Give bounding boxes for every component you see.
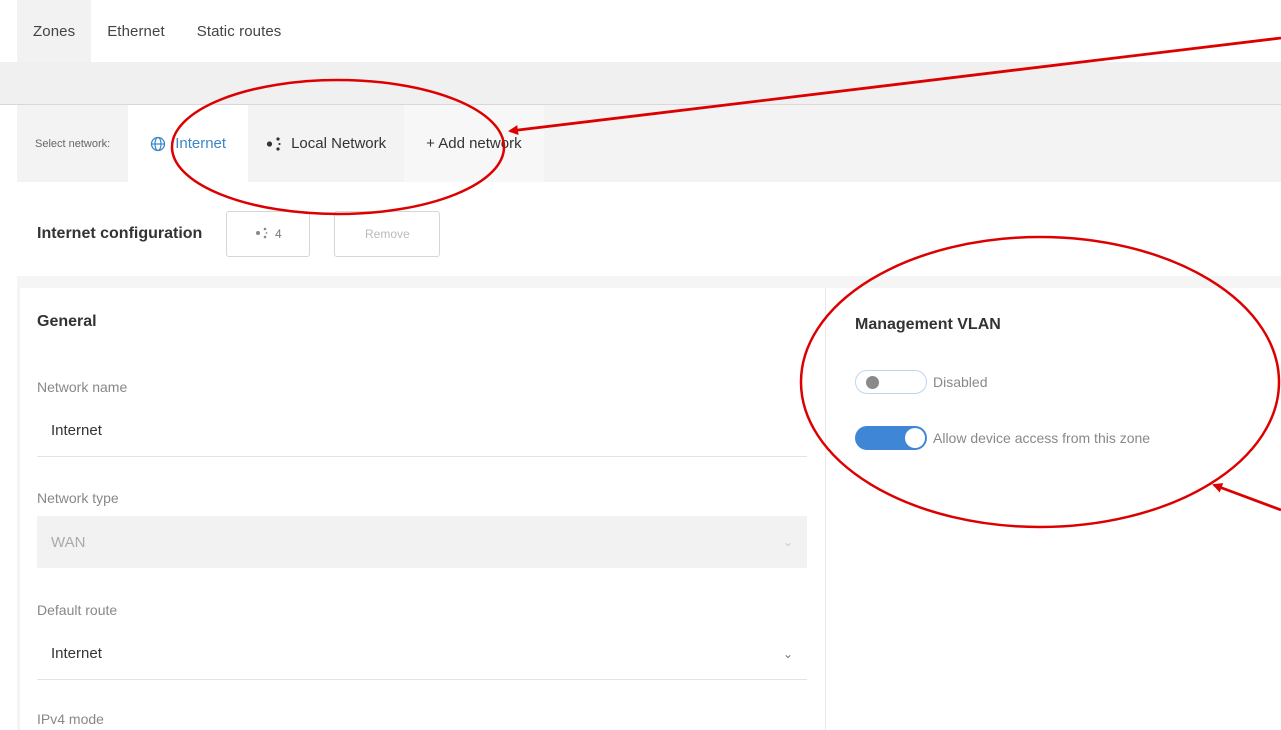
section-divider — [17, 276, 1281, 288]
page: Zones Ethernet Static routes Select netw… — [0, 0, 1281, 730]
tab-zones[interactable]: Zones — [17, 0, 92, 62]
left-gutter — [17, 288, 20, 730]
network-type-label: Network type — [37, 490, 119, 506]
chevron-down-icon: ⌄ — [782, 646, 793, 661]
network-selector: Select network: Internet Local Network +… — [17, 105, 1281, 182]
network-name-field[interactable]: Internet — [37, 405, 807, 457]
share-icon — [255, 227, 269, 242]
device-access-row: Allow device access from this zone — [855, 426, 1150, 450]
config-header: Internet configuration 4 Remove — [37, 210, 441, 258]
column-divider — [825, 288, 826, 730]
device-access-toggle[interactable] — [855, 426, 927, 450]
add-network-label: + Add network — [426, 135, 522, 152]
network-tab-local-network[interactable]: Local Network — [248, 105, 404, 182]
port-count-button[interactable]: 4 — [226, 211, 311, 257]
ipv4-mode-label: IPv4 mode — [37, 711, 104, 727]
default-route-value: Internet — [51, 645, 102, 662]
network-type-value: WAN — [51, 533, 86, 551]
remove-button[interactable]: Remove — [334, 211, 441, 257]
network-tab-label: Local Network — [291, 135, 387, 152]
annotation-arrow-vlan — [1212, 483, 1281, 512]
network-tab-internet[interactable]: Internet — [128, 105, 249, 182]
vlan-enable-row: Disabled — [855, 370, 987, 394]
management-vlan-title: Management VLAN — [855, 316, 1001, 333]
default-route-label: Default route — [37, 602, 118, 618]
vlan-enable-label: Disabled — [933, 374, 988, 390]
config-title: Internet configuration — [37, 225, 203, 242]
port-count: 4 — [274, 227, 282, 241]
network-name-value: Internet — [51, 422, 102, 439]
device-access-label: Allow device access from this zone — [933, 430, 1151, 446]
network-tab-label: Internet — [175, 135, 227, 152]
general-title: General — [37, 313, 97, 330]
add-network-button[interactable]: + Add network — [404, 105, 544, 182]
select-network-label: Select network: — [35, 137, 111, 150]
header-band — [0, 62, 1281, 104]
toggle-knob — [866, 376, 879, 389]
tab-ethernet[interactable]: Ethernet — [91, 0, 181, 62]
toggle-knob — [905, 428, 925, 448]
vlan-enable-toggle[interactable] — [855, 370, 927, 394]
share-icon — [266, 136, 282, 152]
top-tab-bar: Zones Ethernet Static routes — [0, 0, 1281, 62]
tab-static-routes[interactable]: Static routes — [181, 0, 298, 62]
chevron-down-icon: ⌄ — [782, 535, 793, 549]
network-name-label: Network name — [37, 379, 128, 395]
network-type-select: WAN ⌄ — [37, 516, 807, 568]
globe-icon — [150, 136, 166, 152]
default-route-select[interactable]: Internet ⌄ — [37, 628, 807, 680]
